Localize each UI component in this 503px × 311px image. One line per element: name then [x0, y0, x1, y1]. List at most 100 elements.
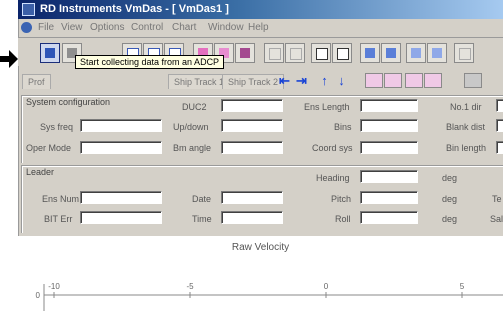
pitch-field — [360, 191, 418, 204]
roll-label: Roll — [335, 214, 351, 224]
beam-angle-field — [221, 141, 283, 154]
blank-dist-label: Blank dist — [446, 122, 486, 132]
sys-freq-label: Sys freq — [40, 122, 74, 132]
menu-bar: File View Options Control Chart Window H… — [18, 19, 503, 36]
app-icon — [22, 3, 35, 16]
layout-button-1[interactable] — [360, 43, 380, 63]
tab-ship-track-1[interactable]: Ship Track 1 — [168, 74, 231, 89]
start-collecting-button[interactable] — [40, 43, 60, 63]
bin-length-field — [496, 141, 503, 154]
layout-icon — [411, 48, 421, 58]
box-icon — [459, 48, 471, 60]
x-tick-label: 5 — [460, 282, 465, 291]
x-tick-label: 0 — [324, 282, 329, 291]
layout-button-3[interactable] — [406, 43, 426, 63]
bit-err-field — [80, 211, 162, 224]
tool-button-disabled-2[interactable] — [285, 43, 305, 63]
temperature-label: Te — [492, 194, 502, 204]
up-down-label: Up/down — [173, 122, 209, 132]
view-segment-button-4[interactable] — [424, 73, 442, 88]
heading-unit: deg — [442, 173, 458, 183]
date-field — [221, 191, 283, 204]
heading-field — [360, 170, 418, 183]
roll-unit: deg — [442, 214, 458, 224]
raw-velocity-chart: Raw Velocity -10 -5 0 5 0 — [18, 236, 503, 311]
salinity-label: Sal — [490, 214, 503, 224]
layout-icon — [365, 48, 375, 58]
chart-svg: -10 -5 0 5 0 — [36, 282, 503, 311]
no-bins-label: No.1 dir — [450, 102, 482, 112]
oper-mode-field — [80, 141, 162, 154]
menu-control[interactable]: Control — [131, 19, 163, 36]
coord-sys-field — [360, 141, 418, 154]
menu-view[interactable]: View — [61, 19, 83, 36]
beam-angle-label: Bm angle — [173, 143, 212, 153]
pointer-icon — [316, 48, 328, 60]
menu-options[interactable]: Options — [90, 19, 124, 36]
tab-prof[interactable]: Prof — [22, 74, 51, 89]
app-window: RD Instruments VmDas - [ VmDas1 ] File V… — [18, 0, 503, 311]
leader-title: Leader — [26, 167, 55, 177]
tool-button-disabled-1[interactable] — [264, 43, 284, 63]
down-arrow-icon[interactable]: ↓ — [334, 73, 349, 88]
tab-ship-track-2[interactable]: Ship Track 2 — [222, 74, 285, 89]
view-segment-button-1[interactable] — [365, 73, 383, 88]
box-icon — [269, 48, 281, 60]
window-icon — [337, 48, 349, 60]
document-icon[interactable] — [21, 22, 32, 33]
window-button[interactable] — [332, 43, 352, 63]
layout-icon — [386, 48, 396, 58]
pitch-label: Pitch — [331, 194, 352, 204]
menu-chart[interactable]: Chart — [172, 19, 196, 36]
duc2-label: DUC2 — [182, 102, 207, 112]
menu-file[interactable]: File — [38, 19, 54, 36]
x-tick-label: -10 — [48, 282, 60, 291]
view-segment-button-5[interactable] — [464, 73, 482, 88]
color-bar-icon — [240, 48, 250, 58]
y-tick-label: 0 — [36, 291, 41, 300]
play-icon — [45, 48, 55, 58]
layout-button-4[interactable] — [427, 43, 447, 63]
view-segment-button-3[interactable] — [405, 73, 423, 88]
sys-freq-field — [80, 119, 162, 132]
heading-label: Heading — [316, 173, 350, 183]
layout-icon — [432, 48, 442, 58]
menu-help[interactable]: Help — [248, 19, 269, 36]
title-bar: RD Instruments VmDas - [ VmDas1 ] — [18, 0, 503, 19]
blank-dist-field — [496, 119, 503, 132]
previous-arrow-icon[interactable]: ⇥ — [294, 73, 309, 88]
system-configuration-panel: System configuration Sys freq Oper Mode … — [21, 95, 503, 163]
duc2-field — [221, 99, 283, 112]
ens-length-label: Ens Length — [304, 102, 350, 112]
bin-length-label: Bin length — [446, 143, 487, 153]
coord-sys-label: Coord sys — [312, 143, 353, 153]
cursor-button[interactable] — [311, 43, 331, 63]
bins-field — [360, 119, 418, 132]
up-arrow-icon[interactable]: ↑ — [317, 73, 332, 88]
x-tick-label: -5 — [186, 282, 194, 291]
time-label: Time — [192, 214, 212, 224]
date-label: Date — [192, 194, 212, 204]
view-segment-button-2[interactable] — [384, 73, 402, 88]
first-arrow-icon[interactable]: ⇤ — [277, 73, 292, 88]
layout-button-2[interactable] — [381, 43, 401, 63]
tool-button-end[interactable] — [454, 43, 474, 63]
system-configuration-title: System configuration — [26, 97, 111, 107]
roll-field — [360, 211, 418, 224]
ens-num-field — [80, 191, 162, 204]
window-title: RD Instruments VmDas - [ VmDas1 ] — [40, 3, 229, 15]
leader-panel: Leader Ens Num BIT Err Date Time Heading… — [21, 165, 503, 233]
tooltip: Start collecting data from an ADCP — [75, 55, 225, 69]
ens-length-field — [360, 99, 418, 112]
tool-button-magenta[interactable] — [235, 43, 255, 63]
box-icon — [290, 48, 302, 60]
tab-row: Prof Ship Track 1 Ship Track 2 ⇤ ⇥ ↑ ↓ — [18, 72, 503, 96]
bins-label: Bins — [334, 122, 352, 132]
up-down-field — [221, 119, 283, 132]
time-field — [221, 211, 283, 224]
pointer-arrow-icon — [0, 50, 18, 68]
ens-num-label: Ens Num — [42, 194, 80, 204]
pitch-unit: deg — [442, 194, 458, 204]
bit-err-label: BIT Err — [44, 214, 73, 224]
menu-window[interactable]: Window — [208, 19, 244, 36]
